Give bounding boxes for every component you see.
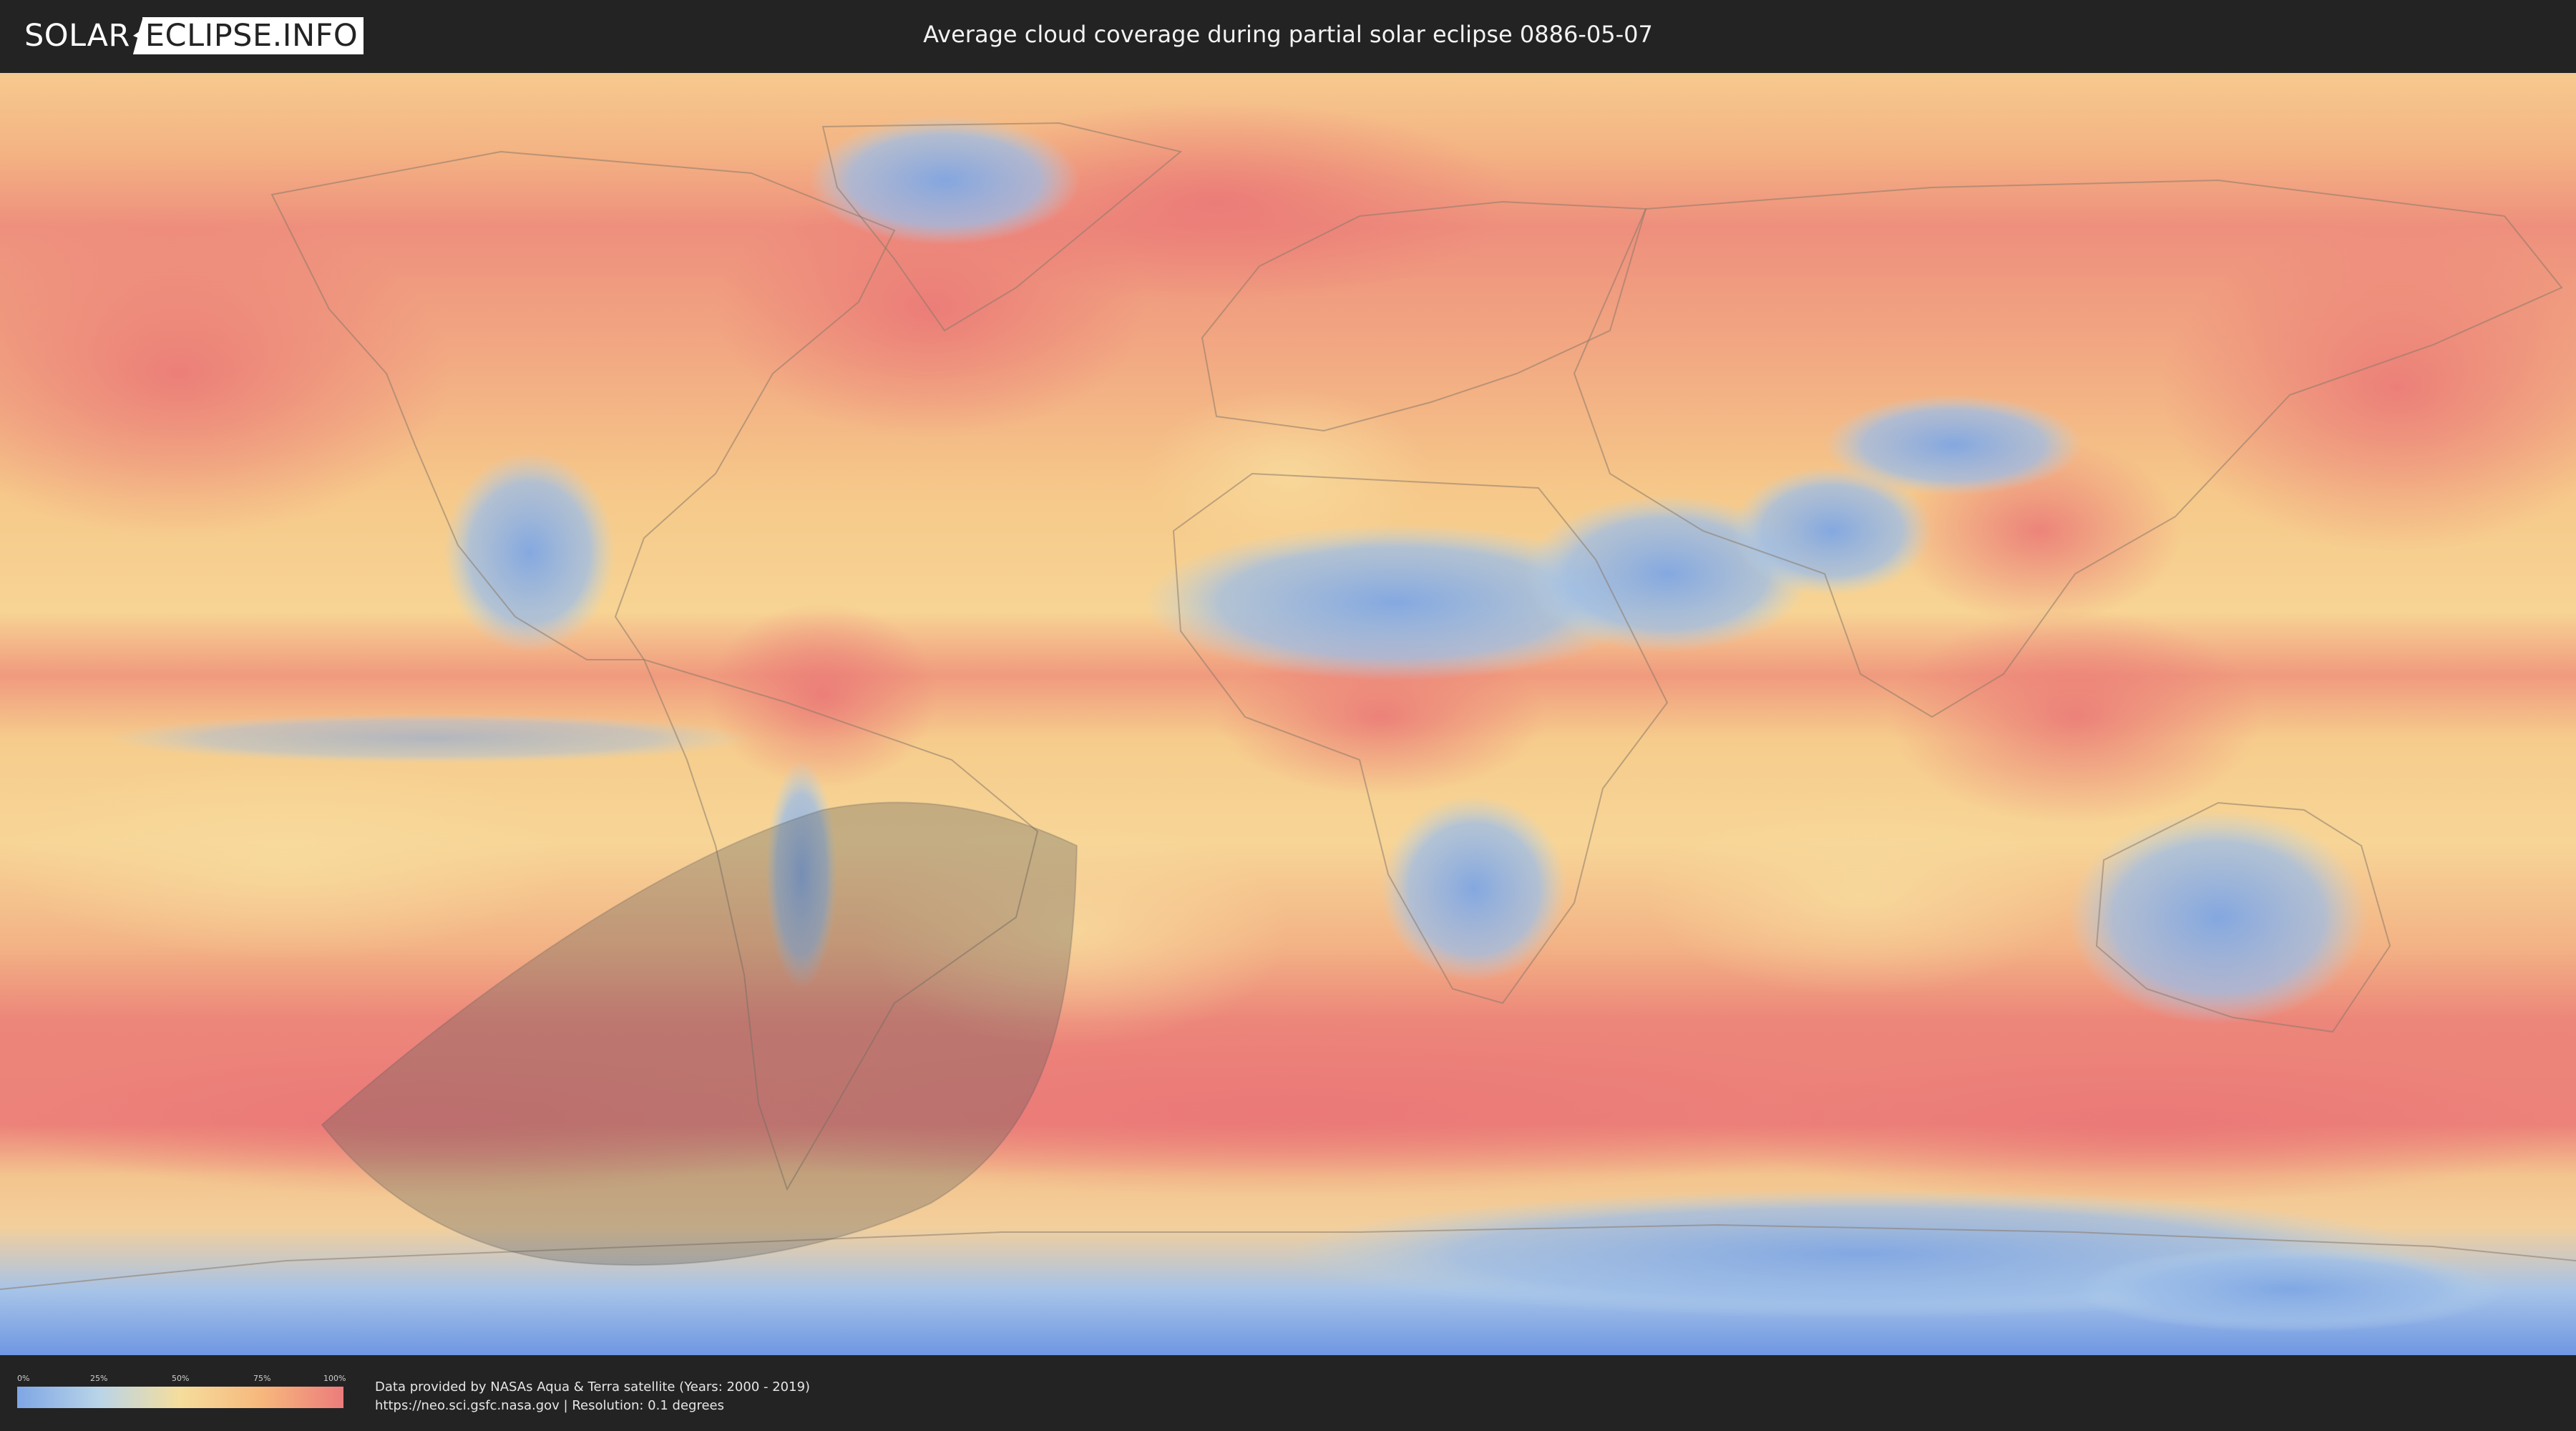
map-canvas [0,73,2576,1355]
header-bar: SOLAR ECLIPSE.INFO Average cloud coverag… [0,0,2576,72]
footer-bar: 0% 25% 50% 75% 100% Data provided by NAS… [0,1355,2576,1431]
legend-tick-100: 100% [323,1374,346,1383]
legend-ticks: 0% 25% 50% 75% 100% [17,1374,346,1387]
cloud-coverage-map[interactable] [0,73,2576,1355]
cloud-coverage-legend: 0% 25% 50% 75% 100% [17,1374,346,1411]
legend-tick-75: 75% [253,1374,271,1383]
legend-tick-0: 0% [17,1374,30,1383]
page-title: Average cloud coverage during partial so… [923,21,1653,48]
credit-line-source: Data provided by NASAs Aqua & Terra sate… [375,1379,811,1395]
data-credits: Data provided by NASAs Aqua & Terra sate… [375,1378,810,1415]
page: SOLAR ECLIPSE.INFO Average cloud coverag… [0,0,2576,1431]
legend-color-bar [17,1387,343,1408]
credit-line-url[interactable]: https://neo.sci.gsfc.nasa.gov | Resoluti… [375,1397,810,1415]
legend-tick-25: 25% [90,1374,108,1383]
legend-tick-50: 50% [172,1374,190,1383]
